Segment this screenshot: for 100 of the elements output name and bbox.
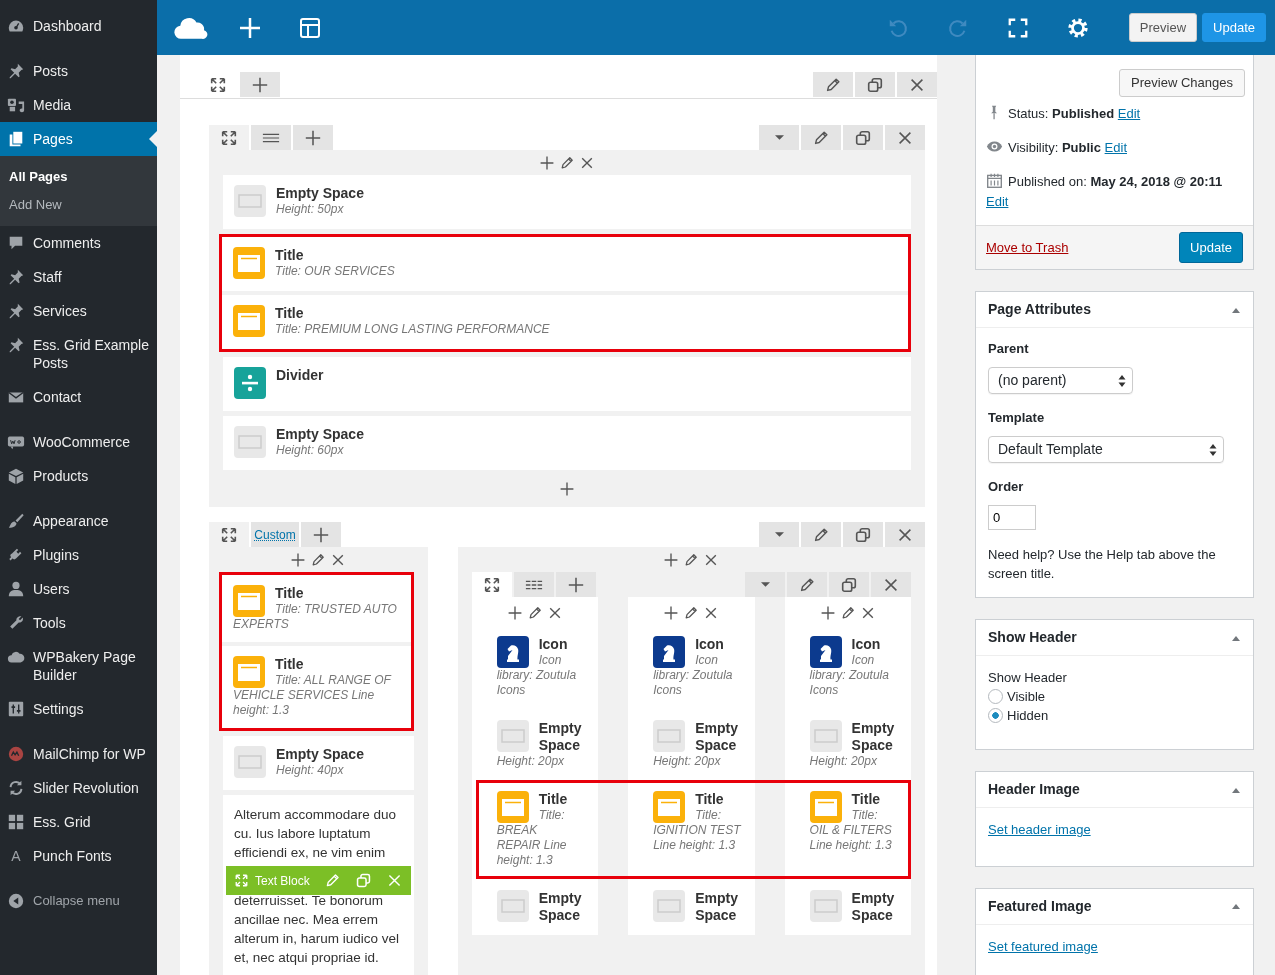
- plus-icon[interactable]: [663, 604, 680, 621]
- sidebar-item[interactable]: Users: [0, 572, 157, 606]
- submenu-item[interactable]: All Pages: [0, 163, 157, 191]
- preview-button[interactable]: Preview: [1128, 13, 1198, 42]
- expand-button[interactable]: [209, 522, 249, 547]
- fullscreen-icon[interactable]: [1006, 16, 1029, 39]
- delete-button[interactable]: [871, 572, 911, 597]
- element-name: Empty Space: [695, 720, 739, 754]
- sidebar-item[interactable]: Posts: [0, 54, 157, 88]
- edit-button[interactable]: [787, 572, 827, 597]
- plus-icon[interactable]: [559, 481, 575, 497]
- sidebar-item[interactable]: Dashboard: [0, 9, 157, 43]
- dropdown-button[interactable]: [759, 522, 799, 547]
- layout-button[interactable]: Custom: [251, 522, 299, 547]
- sidebar-item[interactable]: Services: [0, 294, 157, 328]
- element-name: Title: [275, 247, 305, 264]
- edit-link[interactable]: Edit: [1104, 140, 1127, 155]
- pencil-icon[interactable]: [683, 604, 700, 621]
- element-card[interactable]: Title Title: PREMIUM LONG LASTING PERFORMANCE: [222, 295, 908, 349]
- calendar-icon: [986, 172, 1003, 189]
- set-image-link[interactable]: Set featured image: [988, 938, 1098, 954]
- dropdown-button[interactable]: [759, 125, 799, 150]
- expand-button[interactable]: [209, 125, 249, 150]
- add-button[interactable]: [301, 522, 341, 547]
- add-button[interactable]: [240, 72, 280, 97]
- sidebar-item[interactable]: Appearance: [0, 504, 157, 538]
- element-card[interactable]: Empty Space Height: 40px: [223, 736, 414, 790]
- element-detail: Height: 40px: [275, 763, 345, 778]
- sidebar-item[interactable]: Media: [0, 88, 157, 122]
- delete-button[interactable]: [885, 125, 925, 150]
- radio-button[interactable]: [988, 708, 1003, 723]
- chess-knight-icon: [653, 636, 686, 668]
- set-image-link[interactable]: Set header image: [988, 822, 1091, 837]
- sidebar-item[interactable]: Slider Revolution: [0, 771, 157, 805]
- sidebar-item[interactable]: Comments: [0, 226, 157, 260]
- sidebar-item[interactable]: Ess. Grid Example Posts: [0, 328, 157, 380]
- collapse-button[interactable]: Collapse menu: [0, 884, 157, 918]
- pencil-icon[interactable]: [310, 551, 327, 568]
- element-name: Title: [275, 656, 305, 673]
- plus-icon[interactable]: [819, 604, 836, 621]
- preview-changes-button[interactable]: Preview Changes: [1119, 69, 1245, 97]
- sidebar-item[interactable]: Plugins: [0, 538, 157, 572]
- pencil-icon[interactable]: [683, 551, 700, 568]
- edit-button[interactable]: [801, 125, 841, 150]
- sidebar-item[interactable]: WPBakery Page Builder: [0, 640, 157, 692]
- edit-button[interactable]: [813, 72, 853, 97]
- dropdown[interactable]: Default Template: [988, 436, 1224, 463]
- element-card[interactable]: Title Title: ALL RANGE OF VEHICLE SERVICES Line height: 1.3: [222, 646, 411, 728]
- update-button[interactable]: Update: [1179, 232, 1243, 263]
- element-card[interactable]: Divider: [223, 357, 911, 411]
- submenu-item[interactable]: Add New: [0, 191, 157, 219]
- element-name: Empty Space: [276, 185, 365, 202]
- element-card[interactable]: Empty Space Height: 60px: [223, 416, 911, 470]
- sidebar-item[interactable]: Pages: [0, 122, 157, 156]
- edit-link[interactable]: Edit: [1117, 106, 1141, 121]
- expand-button[interactable]: [471, 572, 512, 597]
- layout-icon[interactable]: [298, 15, 322, 40]
- expand-icon: [209, 75, 227, 94]
- delete-button[interactable]: [897, 72, 937, 97]
- delete-button[interactable]: [885, 522, 925, 547]
- sidebar-item[interactable]: A Punch Fonts: [0, 839, 157, 873]
- sidebar-item[interactable]: Products: [0, 459, 157, 493]
- clone-button[interactable]: [843, 125, 883, 150]
- copy-icon: [854, 525, 872, 544]
- add-button[interactable]: [293, 125, 333, 150]
- dropdown-button[interactable]: [745, 572, 785, 597]
- layout-button[interactable]: [251, 125, 291, 150]
- pencil-icon[interactable]: [559, 154, 575, 171]
- settings-icon[interactable]: [1066, 16, 1089, 39]
- element-detail: Title: TRUSTED AUTO EXPERTS: [233, 602, 398, 632]
- heading-icon: [653, 791, 686, 823]
- plus-icon[interactable]: [290, 551, 307, 568]
- dropdown[interactable]: (no parent): [988, 367, 1133, 394]
- edit-link[interactable]: Edit: [986, 194, 1009, 209]
- clone-button[interactable]: [843, 522, 883, 547]
- sidebar-item[interactable]: Contact: [0, 380, 157, 414]
- plus-icon[interactable]: [663, 551, 680, 568]
- add-button[interactable]: [555, 572, 596, 597]
- font-icon: A: [6, 847, 26, 865]
- clone-button[interactable]: [855, 72, 895, 97]
- edit-button[interactable]: [801, 522, 841, 547]
- element-card[interactable]: Title Title: OUR SERVICES: [222, 237, 908, 291]
- sidebar-item[interactable]: Staff: [0, 260, 157, 294]
- radio-button[interactable]: [988, 689, 1003, 704]
- element-card[interactable]: Title Title: TRUSTED AUTO EXPERTS: [222, 575, 411, 642]
- plus-icon: [312, 525, 330, 544]
- layout-button[interactable]: [513, 572, 554, 597]
- clone-button[interactable]: [829, 572, 869, 597]
- plus-icon[interactable]: [506, 604, 523, 621]
- sidebar-item[interactable]: WooCommerce: [0, 425, 157, 459]
- order-field[interactable]: 0: [988, 505, 1036, 530]
- element-card[interactable]: Empty Space Height: 50px: [223, 175, 911, 229]
- sidebar-item[interactable]: Tools: [0, 606, 157, 640]
- trash-link[interactable]: Move to Trash: [986, 237, 1069, 258]
- sidebar-item[interactable]: Settings: [0, 692, 157, 726]
- sidebar-item[interactable]: MailChimp for WP: [0, 737, 157, 771]
- sidebar-item[interactable]: Ess. Grid: [0, 805, 157, 839]
- element-name: Empty Space: [851, 720, 896, 754]
- plus-icon[interactable]: [539, 154, 555, 171]
- circle-icon: [6, 745, 26, 763]
